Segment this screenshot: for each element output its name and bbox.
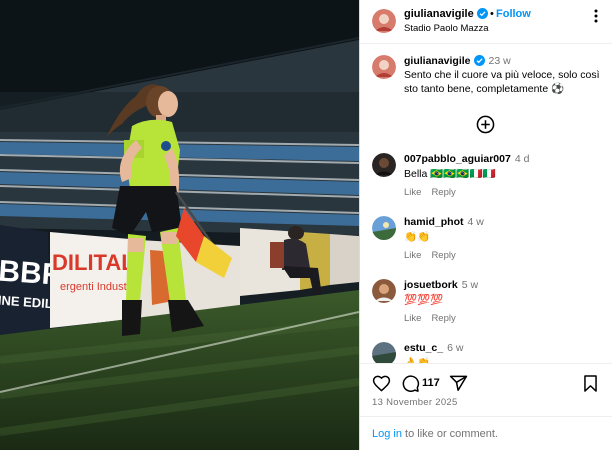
comment-icon[interactable] [401,374,420,393]
post-location[interactable]: Stadio Paolo Mazza [404,23,489,34]
commenter-username[interactable]: 007pabblo_aguiar007 4 d [404,153,529,165]
verified-badge-icon [473,55,485,66]
comment-item: josuetbork 5 w 💯💯💯 Like Reply [360,279,612,341]
caption-username[interactable]: giulianavigile 23 w [404,55,511,67]
commenter-username-text[interactable]: estu_c_ [404,342,443,354]
header-separator: • [490,8,494,20]
commenter-username[interactable]: josuetbork 5 w [404,279,478,291]
login-prompt: Log in to like or comment. [360,416,612,450]
comment-item: hamid_phot 4 w 👏👏 Like Reply [360,216,612,278]
comment-text: 👏👏 [404,231,431,243]
commenter-username-text[interactable]: 007pabblo_aguiar007 [404,153,511,165]
comment-like-button[interactable]: Like [404,187,421,198]
verified-badge-icon [476,8,488,19]
caption-avatar[interactable] [372,55,396,79]
comment-time: 4 w [467,216,484,228]
add-comment-icon[interactable] [476,115,495,134]
comment-item: estu_c_ 6 w 👌👏 [360,342,612,363]
follow-button[interactable]: Follow [496,8,531,20]
comment-time: 4 d [514,153,530,165]
bookmark-icon[interactable] [581,374,600,393]
banner-mid-sub: ergenti Industri [60,281,133,293]
more-options-icon[interactable] [588,8,604,24]
heart-icon[interactable] [372,374,391,393]
comment-actions: Like Reply [404,187,466,198]
commenter-username-text[interactable]: hamid_phot [404,216,464,228]
comment-reply-button[interactable]: Reply [431,187,455,198]
login-message: Log in to like or comment. [372,428,498,440]
commenter-avatar[interactable] [372,279,396,303]
comments-scroll-area[interactable]: giulianavigile 23 w Sento che il cuore va… [360,45,612,363]
comment-actions: Like Reply [404,250,466,261]
author-username-text[interactable]: giulianavigile [404,8,474,20]
share-icon[interactable] [449,374,468,393]
comment-text: 💯💯💯 [404,294,444,306]
commenter-avatar[interactable] [372,216,396,240]
instagram-post-view: BBRI INE EDILI DILITALIA ergenti Industr… [0,0,612,450]
comment-like-button[interactable]: Like [404,250,421,261]
comment-time: 5 w [461,279,479,291]
comment-item: 007pabblo_aguiar007 4 d Bella 🇧🇷🇧🇷🇧🇷🇮🇹🇮🇹 … [360,153,612,215]
comment-time: 6 w [447,342,464,354]
comment-like-button[interactable]: Like [404,313,421,324]
commenter-avatar[interactable] [372,342,396,363]
commenter-username[interactable]: hamid_phot 4 w [404,216,484,228]
caption-text: Sento che il cuore va più veloce, solo c… [404,69,600,95]
login-link[interactable]: Log in [372,428,402,440]
login-rest-text: to like or comment. [401,428,498,440]
commenter-username[interactable]: estu_c_ 6 w [404,342,463,354]
comment-reply-button[interactable]: Reply [431,313,455,324]
author-username[interactable]: giulianavigile [404,8,488,20]
caption-username-text[interactable]: giulianavigile [404,55,471,67]
caption-time: 23 w [488,55,511,67]
author-avatar[interactable] [372,9,396,33]
commenter-username-text[interactable]: josuetbork [404,279,458,291]
post-side-panel: giulianavigile • Follow Stadio Paolo Maz… [359,0,612,450]
comment-text: 👌👏 [404,357,431,363]
comment-actions: Like Reply [404,313,466,324]
post-date: 13 November 2025 [372,397,458,408]
post-header: giulianavigile • Follow Stadio Paolo Maz… [360,0,612,44]
comment-count: 117 [422,377,440,389]
post-photo[interactable]: BBRI INE EDILI DILITALIA ergenti Industr… [0,0,359,450]
comment-reply-button[interactable]: Reply [431,250,455,261]
commenter-avatar[interactable] [372,153,396,177]
comment-text: Bella 🇧🇷🇧🇷🇧🇷🇮🇹🇮🇹 [404,168,496,180]
